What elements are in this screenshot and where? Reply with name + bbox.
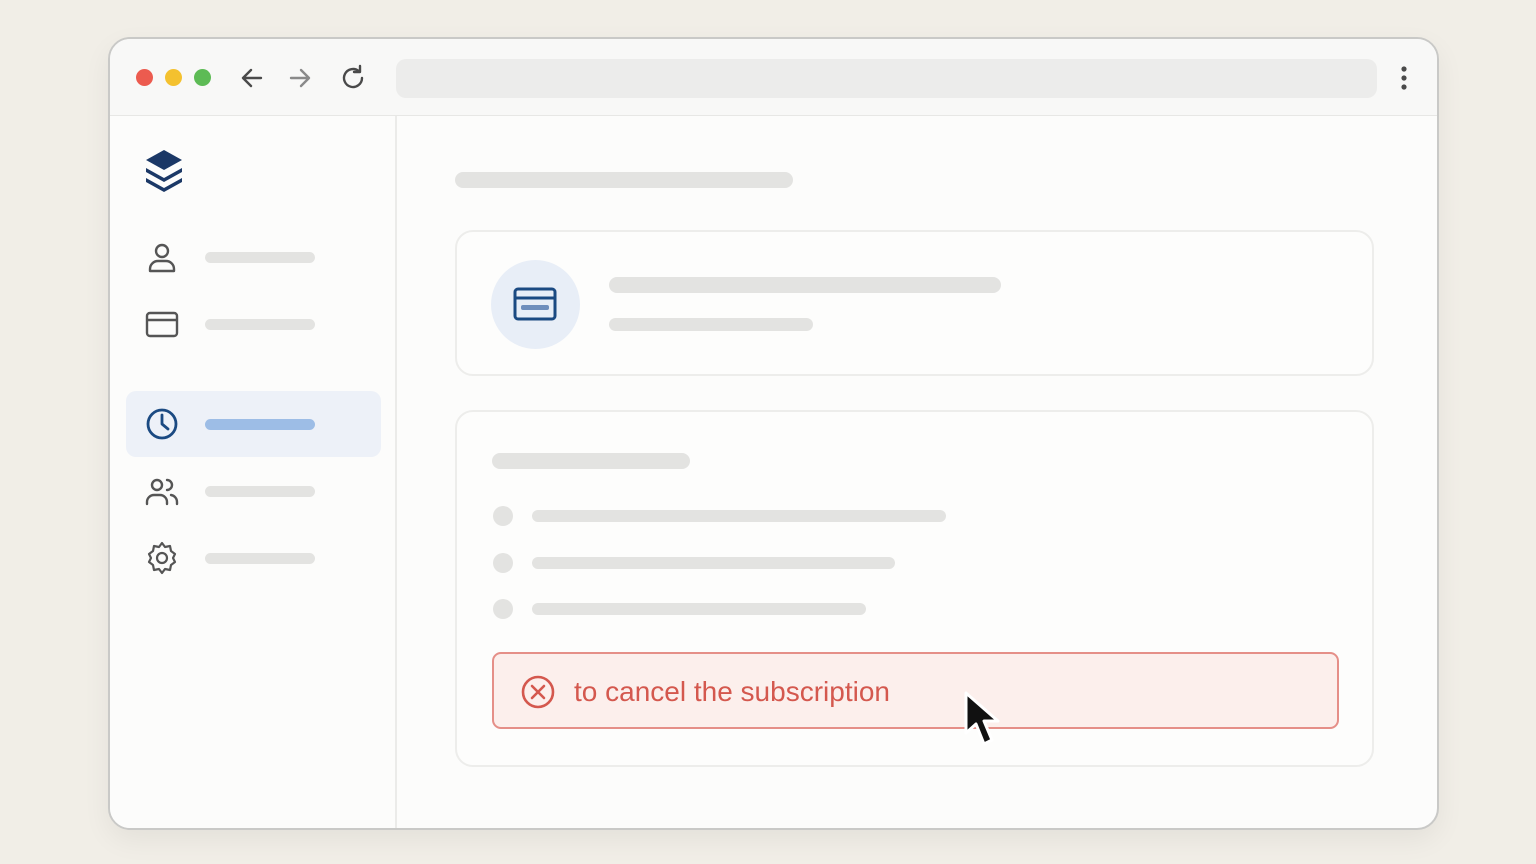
gear-icon bbox=[147, 541, 177, 575]
list-item-bullet bbox=[493, 599, 513, 619]
maximize-window-button[interactable] bbox=[194, 69, 211, 86]
list-item-bullet bbox=[493, 506, 513, 526]
sidebar-item-billing[interactable] bbox=[126, 291, 381, 357]
stacked-layers-logo[interactable] bbox=[144, 148, 184, 192]
sidebar-item-label-placeholder bbox=[205, 252, 315, 263]
browser-titlebar bbox=[110, 39, 1437, 116]
sidebar-item-settings[interactable] bbox=[126, 525, 381, 591]
credit-card-icon bbox=[145, 311, 179, 338]
sidebar-item-team[interactable] bbox=[126, 458, 381, 524]
mouse-pointer-icon bbox=[964, 691, 1000, 746]
minimize-window-button[interactable] bbox=[165, 69, 182, 86]
card-subtitle-placeholder bbox=[609, 318, 813, 331]
user-icon bbox=[148, 243, 176, 273]
sidebar bbox=[110, 116, 397, 828]
sidebar-item-account[interactable] bbox=[126, 224, 381, 290]
credit-card-icon bbox=[513, 287, 557, 321]
payment-method-card[interactable] bbox=[455, 230, 1374, 376]
sidebar-item-label-placeholder bbox=[205, 319, 315, 330]
sidebar-item-label-placeholder bbox=[205, 486, 315, 497]
section-heading-placeholder bbox=[492, 453, 690, 469]
browser-window: to cancel the subscription bbox=[108, 37, 1439, 830]
reload-icon[interactable] bbox=[338, 63, 368, 93]
sidebar-item-history[interactable] bbox=[126, 391, 381, 457]
close-window-button[interactable] bbox=[136, 69, 153, 86]
arrow-right-icon[interactable] bbox=[285, 63, 315, 93]
card-title-placeholder bbox=[609, 277, 1001, 293]
page-title-placeholder bbox=[455, 172, 793, 188]
sidebar-item-label-placeholder bbox=[205, 553, 315, 564]
sidebar-item-label-placeholder bbox=[205, 419, 315, 430]
list-item-placeholder bbox=[532, 510, 946, 522]
circle-x-icon bbox=[521, 675, 555, 709]
cancel-subscription-alert[interactable]: to cancel the subscription bbox=[492, 652, 1339, 729]
payment-icon-badge bbox=[491, 260, 580, 349]
list-item-bullet bbox=[493, 553, 513, 573]
main-content: to cancel the subscription bbox=[397, 116, 1437, 828]
subscription-details-card: to cancel the subscription bbox=[455, 410, 1374, 767]
list-item-placeholder bbox=[532, 557, 895, 569]
arrow-left-icon[interactable] bbox=[237, 63, 267, 93]
kebab-menu-icon[interactable] bbox=[1392, 63, 1416, 93]
users-icon bbox=[145, 478, 179, 506]
clock-icon bbox=[146, 408, 178, 440]
address-bar[interactable] bbox=[396, 59, 1377, 98]
alert-message: to cancel the subscription bbox=[574, 676, 890, 707]
list-item-placeholder bbox=[532, 603, 866, 615]
